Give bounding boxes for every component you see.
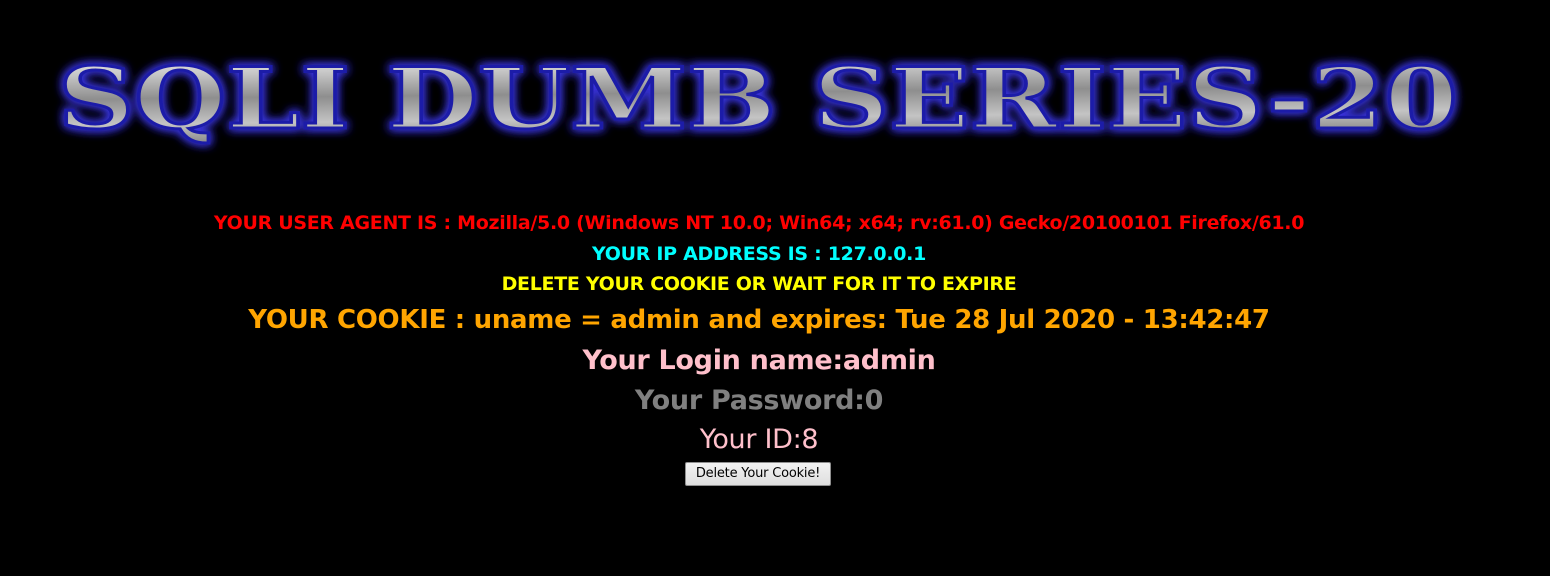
user-id: Your ID:8 [699, 424, 819, 455]
delete-cookie-notice: DELETE YOUR COOKIE OR WAIT FOR IT TO EXP… [501, 273, 1017, 295]
delete-cookie-button[interactable]: Delete Your Cookie! [684, 462, 832, 486]
header-banner: SQLI DUMB SERIES-20 [0, 0, 1550, 170]
banner-logo: SQLI DUMB SERIES-20 [57, 48, 1460, 150]
user-agent-value: Mozilla/5.0 (Windows NT 10.0; Win64; x64… [457, 212, 1305, 234]
password-info: Your Password:0 [634, 385, 884, 416]
user-agent-line: YOUR USER AGENT IS : Mozilla/5.0 (Window… [0, 212, 1518, 234]
ip-address-line: YOUR IP ADDRESS IS : 127.0.0.1 [0, 243, 1518, 265]
cookie-info: YOUR COOKIE : uname = admin and expires:… [248, 305, 1270, 335]
login-name: Your Login name:admin [582, 345, 936, 376]
ip-address-value: 127.0.0.1 [827, 243, 927, 265]
user-agent-label: YOUR USER AGENT IS : [213, 212, 458, 234]
banner-title: SQLI DUMB SERIES-20 [58, 49, 1458, 148]
delete-cookie-form: Delete Your Cookie! [0, 462, 1516, 486]
ip-address-label: YOUR IP ADDRESS IS : [591, 243, 828, 265]
